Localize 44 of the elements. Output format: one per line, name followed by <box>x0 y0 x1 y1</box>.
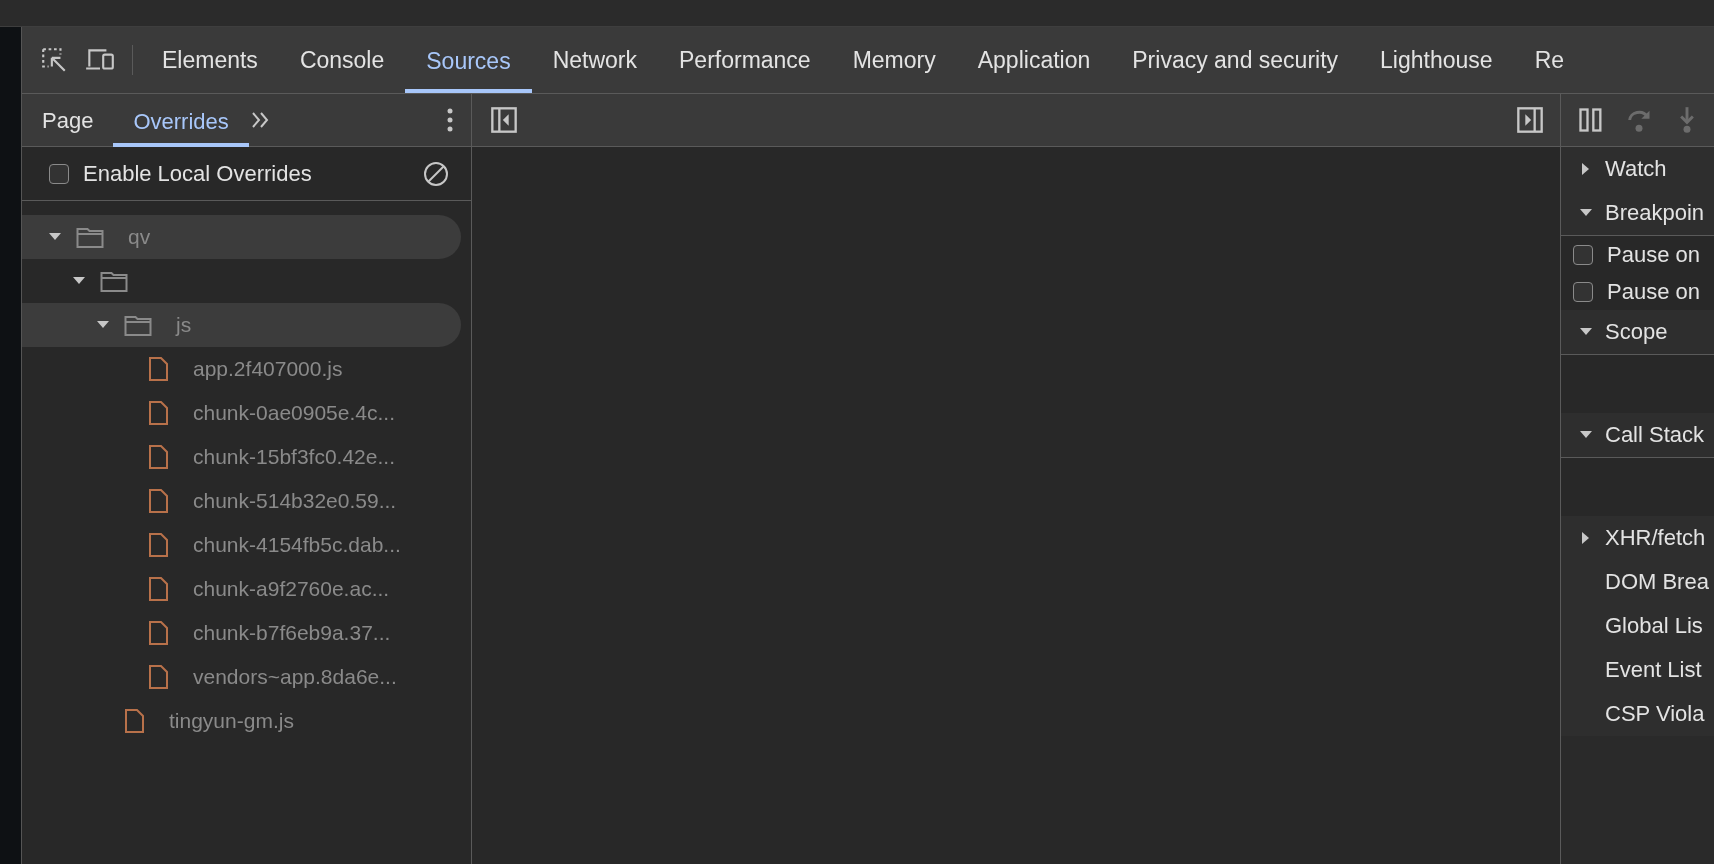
devtools-tab[interactable]: Lighthouse <box>1359 27 1514 93</box>
devtools-tab[interactable]: Console <box>278 27 406 93</box>
file-icon <box>148 444 169 470</box>
file-name[interactable]: chunk-514b32e0.59... <box>193 489 397 513</box>
checkbox-label: Enable Local Overrides <box>83 160 312 187</box>
folder-icon <box>100 270 128 292</box>
more-options-icon[interactable] <box>447 108 453 132</box>
file-name[interactable]: chunk-b7f6eb9a.37... <box>193 621 391 645</box>
file-icon <box>148 488 169 514</box>
folder-icon <box>76 226 104 248</box>
navigator-tab[interactable]: Overrides <box>113 93 249 147</box>
file-icon <box>148 356 169 382</box>
file-name[interactable]: chunk-15bf3fc0.42e... <box>193 445 395 469</box>
file-icon <box>148 664 169 690</box>
devtools-tab[interactable]: Re <box>1513 27 1586 93</box>
file-icon <box>148 620 169 646</box>
folder-icon <box>124 314 152 336</box>
file-icon <box>148 576 169 602</box>
checkbox[interactable] <box>1573 281 1593 302</box>
file-name[interactable]: chunk-4154fb5c.dab... <box>193 533 401 557</box>
sidebar-toggle-icon[interactable] <box>490 106 518 134</box>
file-name[interactable]: app.2f407000.js <box>193 357 343 381</box>
file-name[interactable]: chunk-a9f2760e.ac... <box>193 577 390 601</box>
devtools-tab[interactable]: Application <box>956 27 1112 93</box>
sidebar-toggle-icon[interactable] <box>1516 106 1544 134</box>
file-icon <box>124 708 145 734</box>
navigator-tab[interactable]: Page <box>22 93 114 147</box>
more-tabs-icon[interactable] <box>250 111 269 129</box>
clear-icon[interactable] <box>423 160 449 187</box>
checkbox-label: Pause on <box>1607 278 1700 305</box>
select-element-icon[interactable] <box>40 46 68 74</box>
devtools-tab[interactable]: Elements <box>141 27 279 93</box>
devtools-tab[interactable]: Network <box>531 27 658 93</box>
checkbox[interactable] <box>1573 244 1593 265</box>
file-icon <box>148 532 169 558</box>
checkbox[interactable] <box>49 163 69 184</box>
devtools-tab[interactable]: Performance <box>658 27 832 93</box>
devtools-tab[interactable]: Privacy and security <box>1111 27 1360 93</box>
checkbox-label: Pause on <box>1607 241 1700 268</box>
file-name[interactable]: tingyun-gm.js <box>169 709 294 733</box>
file-name[interactable]: vendors~app.8da6e... <box>193 665 397 689</box>
devtools-tab[interactable]: Memory <box>831 27 957 93</box>
file-name[interactable]: chunk-0ae0905e.4c... <box>193 401 395 425</box>
file-icon <box>148 400 169 426</box>
